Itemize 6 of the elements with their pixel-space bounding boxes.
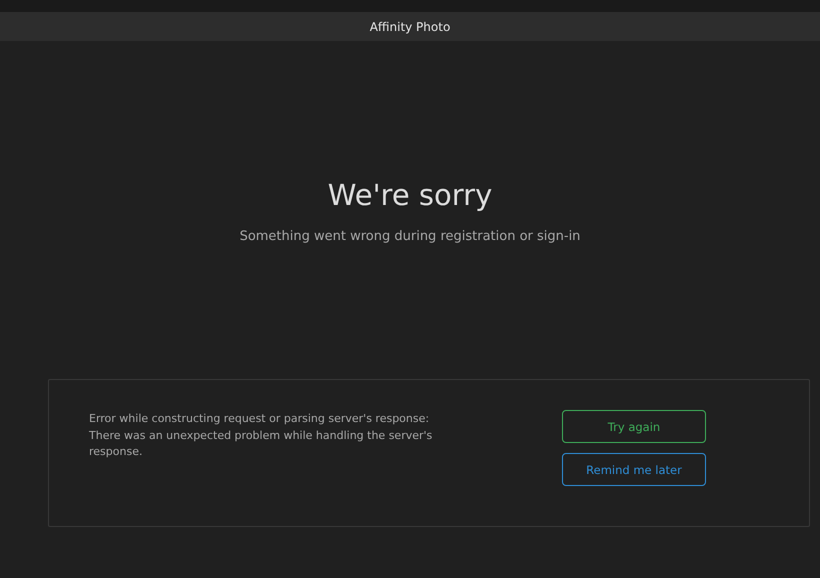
remind-later-button[interactable]: Remind me later (562, 453, 706, 486)
try-again-button[interactable]: Try again (562, 410, 706, 443)
error-message: Error while constructing request or parsing server's response: There was an unexpected problem while handling the server's response. (89, 411, 434, 460)
window-title: Affinity Photo (370, 20, 450, 34)
subtitle: Something went wrong during registration or sign-in (240, 229, 580, 244)
heading: We're sorry (328, 178, 492, 212)
